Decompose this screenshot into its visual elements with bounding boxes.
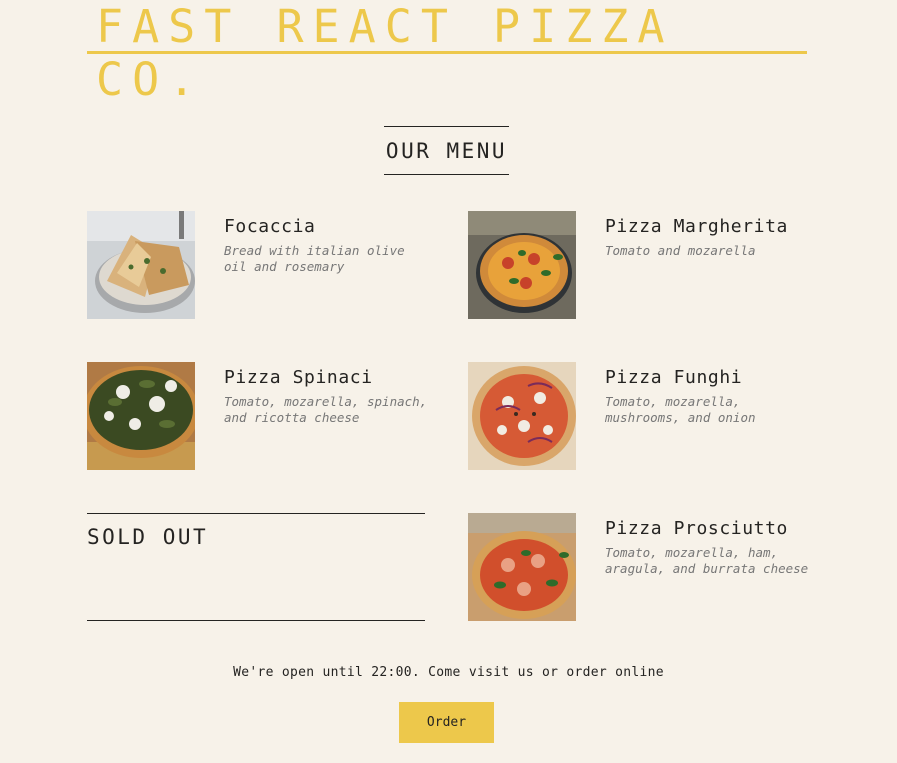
pizza-funghi-photo-icon xyxy=(468,362,576,470)
opening-hours-text: We're open until 22:00. Come visit us or… xyxy=(233,665,664,680)
pizza-ingredients: Tomato, mozarella, spinach, and ricotta … xyxy=(224,394,428,425)
pizza-name: Pizza Prosciutto xyxy=(605,518,788,539)
pizza-card-spinaci: Pizza Spinaci Tomato, mozarella, spinach… xyxy=(87,362,427,470)
pizza-ingredients: Tomato, mozarella, ham, aragula, and bur… xyxy=(605,545,809,576)
focaccia-photo-icon xyxy=(87,211,195,319)
sold-out-card: Sold out xyxy=(87,513,425,621)
site-header: Fast React Pizza Co. xyxy=(87,0,807,106)
page-title: Fast React Pizza Co. xyxy=(96,0,674,106)
menu-heading: Our Menu xyxy=(384,126,509,175)
pizza-card-focaccia: Focaccia Bread with italian olive oil an… xyxy=(87,211,427,319)
pizza-name: Pizza Funghi xyxy=(605,367,743,388)
pizza-margherita-photo-icon xyxy=(468,211,576,319)
menu-title: Our Menu xyxy=(385,138,508,163)
pizza-name: Pizza Spinaci xyxy=(224,367,373,388)
pizza-card-funghi: Pizza Funghi Tomato, mozarella, mushroom… xyxy=(468,362,808,470)
sold-out-label: Sold out xyxy=(87,525,209,549)
pizza-spinaci-photo-icon xyxy=(87,362,195,470)
pizza-name: Focaccia xyxy=(224,216,316,237)
order-button[interactable]: Order xyxy=(399,702,494,743)
pizza-ingredients: Tomato and mozarella xyxy=(605,243,756,258)
pizza-ingredients: Bread with italian olive oil and rosemar… xyxy=(224,243,405,274)
pizza-ingredients: Tomato, mozarella, mushrooms, and onion xyxy=(605,394,756,425)
pizza-card-margherita: Pizza Margherita Tomato and mozarella xyxy=(468,211,808,319)
pizza-name: Pizza Margherita xyxy=(605,216,788,237)
pizza-prosciutto-photo-icon xyxy=(468,513,576,621)
pizza-card-prosciutto: Pizza Prosciutto Tomato, mozarella, ham,… xyxy=(468,513,808,621)
